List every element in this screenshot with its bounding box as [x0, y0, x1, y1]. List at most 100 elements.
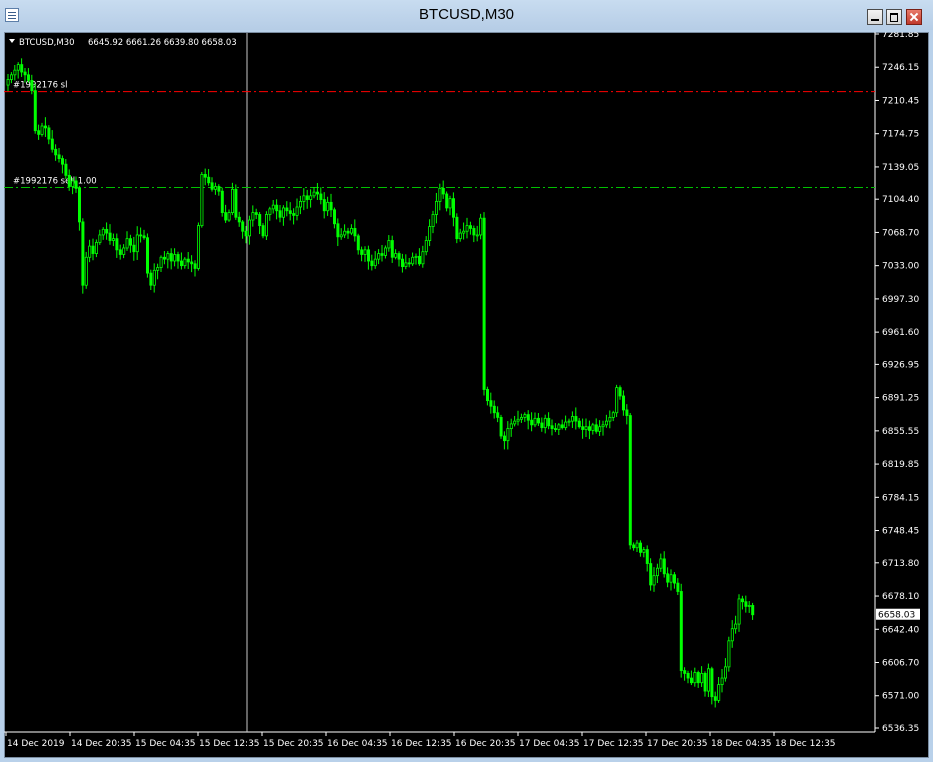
window-title: BTCUSD,M30	[418, 6, 515, 23]
candle-body	[71, 180, 75, 187]
candle-body	[356, 235, 360, 251]
price-tick-label: 7210.45	[882, 96, 919, 106]
candle-body	[509, 423, 513, 429]
candle-body	[315, 191, 319, 195]
candle-body	[186, 258, 190, 263]
candle-body	[193, 263, 197, 269]
candle-body	[271, 204, 275, 210]
candle-body	[13, 69, 17, 76]
candle-body	[220, 190, 224, 213]
candle-body	[112, 238, 116, 241]
candle-body	[645, 549, 649, 564]
candle-body	[33, 90, 37, 132]
candle-body	[465, 225, 469, 232]
candle-body	[319, 193, 323, 200]
price-tick-label: 7068.70	[882, 228, 919, 238]
candle-body	[608, 416, 612, 422]
price-tick-label: 6642.40	[882, 625, 919, 635]
candle-body	[179, 260, 183, 267]
candle-body	[64, 163, 68, 176]
candle-body	[598, 426, 602, 432]
candle-body	[679, 591, 683, 672]
candle-body	[196, 225, 200, 269]
candle-body	[292, 213, 296, 216]
candle-body	[424, 240, 428, 253]
candle-body	[404, 262, 408, 267]
candle-body	[438, 187, 442, 202]
candle-body	[462, 230, 466, 234]
candle-body	[203, 174, 207, 178]
candle-body	[713, 696, 717, 701]
candle-body	[414, 255, 418, 258]
minimize-icon[interactable]	[867, 9, 883, 25]
candle-body	[295, 206, 299, 216]
candle-body	[20, 64, 24, 73]
candle-body	[129, 238, 133, 246]
candle-body	[571, 416, 575, 422]
candle-body	[717, 684, 721, 701]
time-axis: 14 Dec 2019 14 Dec 20:35 15 Dec 04:35 15 De…	[5, 732, 836, 749]
candle-body	[363, 249, 367, 255]
chart-menu-triangle-icon[interactable]	[9, 39, 15, 43]
candle-body	[577, 420, 581, 428]
maximize-icon[interactable]	[886, 9, 902, 25]
candle-body	[234, 188, 238, 218]
candle-body	[560, 424, 564, 429]
candle-body	[200, 174, 204, 227]
candle-body	[373, 258, 377, 267]
candle-body	[105, 228, 109, 234]
candle-body	[47, 127, 51, 140]
time-tick-label: 14 Dec 20:35	[71, 739, 132, 749]
candle-body	[44, 125, 48, 129]
candle-body	[649, 563, 653, 586]
candle-body	[176, 254, 180, 262]
candle-body	[224, 212, 228, 221]
candle-body	[244, 230, 248, 237]
candle-body	[475, 234, 479, 237]
price-tick-label: 7033.00	[882, 262, 919, 272]
close-icon[interactable]	[906, 9, 922, 25]
candle-body	[662, 558, 666, 575]
current-price-label: 6658.03	[878, 611, 915, 621]
candle-body	[397, 253, 401, 260]
candle-body	[564, 421, 568, 429]
candle-body	[322, 199, 326, 212]
candle-body	[118, 249, 122, 255]
candle-body	[390, 240, 394, 258]
price-tick-label: 6997.30	[882, 295, 919, 305]
candle-body	[622, 395, 626, 411]
candle-body	[139, 234, 143, 237]
candle-body	[458, 232, 462, 240]
candle-body	[142, 235, 146, 239]
candle-body	[302, 195, 306, 202]
candle-body	[383, 247, 387, 256]
candle-body	[530, 419, 534, 426]
candle-body	[336, 223, 340, 238]
candle-body	[135, 234, 139, 253]
time-tick-label: 16 Dec 04:35	[327, 739, 388, 749]
candle-body	[499, 416, 503, 437]
candle-body	[61, 158, 65, 165]
candle-body	[554, 428, 558, 430]
candle-body	[88, 245, 92, 258]
candle-body	[67, 174, 71, 187]
candle-body	[451, 198, 455, 218]
price-chart[interactable]: BTCUSD,M30 6645.92 6661.26 6639.80 6658.…	[4, 32, 929, 758]
title-bar[interactable]: BTCUSD,M30	[0, 0, 933, 30]
time-tick-label: 16 Dec 20:35	[455, 739, 516, 749]
price-tick-label: 6748.45	[882, 527, 919, 537]
chart-symbol-label: BTCUSD,M30	[19, 38, 74, 48]
candle-body	[428, 226, 432, 241]
candle-body	[594, 424, 598, 432]
candle-body	[730, 628, 734, 642]
candle-body	[40, 125, 44, 135]
candle-body	[605, 420, 609, 426]
candle-body	[737, 598, 741, 625]
candle-body	[523, 414, 527, 418]
price-tick-label: 6606.70	[882, 659, 919, 669]
candle-body	[543, 417, 547, 429]
price-tick-label: 7246.15	[882, 63, 919, 73]
candle-body	[349, 228, 353, 234]
candle-body	[666, 573, 670, 583]
price-tick-label: 6926.95	[882, 360, 919, 370]
